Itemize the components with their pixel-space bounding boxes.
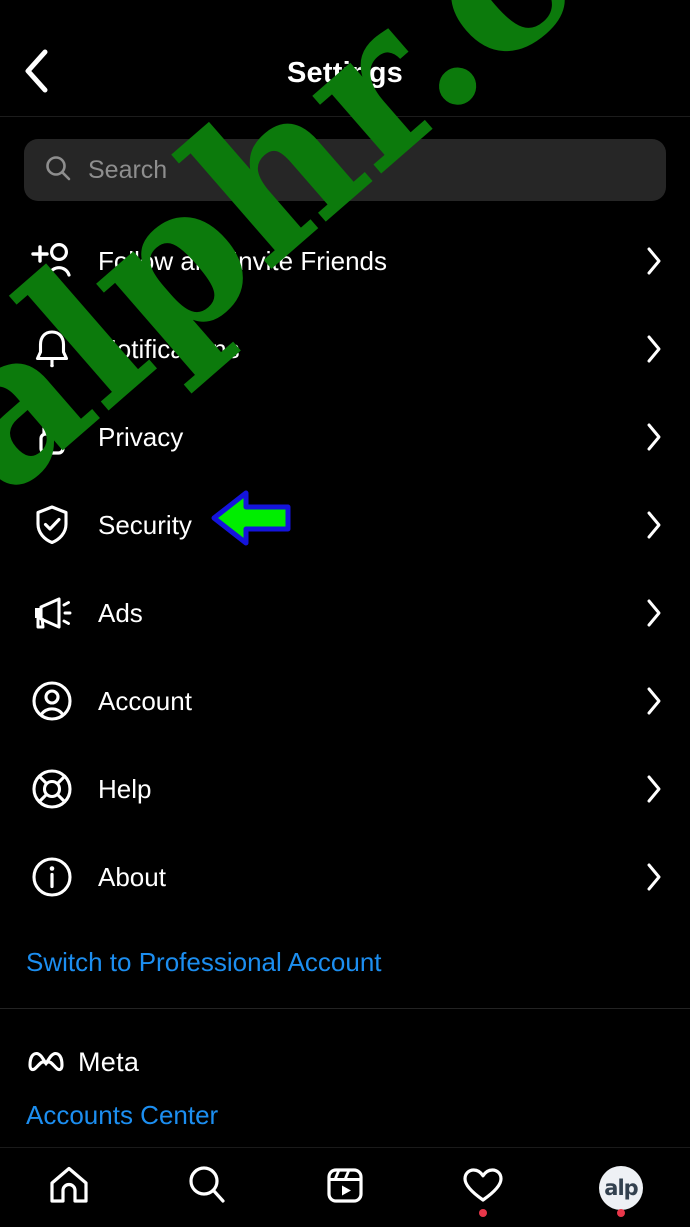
search-input[interactable]: Search (24, 139, 666, 201)
tab-search[interactable] (138, 1148, 276, 1227)
settings-row-about[interactable]: About (0, 833, 690, 921)
meta-infinity-icon (26, 1048, 66, 1077)
page-title: Settings (287, 56, 403, 89)
chevron-right-icon (642, 246, 666, 276)
tab-profile[interactable]: alp (552, 1148, 690, 1227)
info-circle-icon (26, 855, 78, 899)
settings-row-label: About (98, 861, 166, 892)
settings-list: Follow and Invite Friends Notifications (0, 215, 690, 921)
switch-to-professional-account-section: Switch to Professional Account (0, 921, 690, 1008)
settings-row-label: Follow and Invite Friends (98, 245, 388, 276)
home-icon (46, 1162, 92, 1213)
settings-row-label: Help (98, 773, 152, 804)
avatar: alp (599, 1165, 643, 1210)
settings-row-label: Account (98, 685, 192, 716)
chevron-right-icon (642, 862, 666, 892)
chevron-right-icon (642, 510, 666, 540)
chevron-right-icon (642, 598, 666, 628)
accounts-center-link[interactable]: Accounts Center (26, 1100, 218, 1130)
meta-section: Meta Accounts Center (0, 1009, 690, 1131)
chevron-right-icon (642, 334, 666, 364)
bell-icon (26, 327, 78, 371)
tab-home[interactable] (0, 1148, 138, 1227)
heart-icon (460, 1162, 506, 1213)
settings-row-ads[interactable]: Ads (0, 569, 690, 657)
reels-icon (322, 1162, 368, 1213)
settings-row-notifications[interactable]: Notifications (0, 305, 690, 393)
app-header: Settings (0, 30, 690, 117)
settings-row-label: Privacy (98, 421, 184, 452)
search-icon (184, 1162, 230, 1213)
chevron-right-icon (642, 686, 666, 716)
megaphone-icon (26, 592, 78, 634)
settings-row-security[interactable]: Security (0, 481, 690, 569)
chevron-right-icon (642, 774, 666, 804)
status-bar (0, 0, 690, 30)
settings-row-label: Ads (98, 597, 143, 628)
switch-to-professional-account-link[interactable]: Switch to Professional Account (26, 947, 382, 977)
profile-badge-dot (617, 1209, 625, 1217)
back-button[interactable] (10, 47, 62, 99)
left-arrow-annotation-icon (208, 488, 294, 548)
tab-reels[interactable] (276, 1148, 414, 1227)
accounts-center-row: Accounts Center (26, 1100, 666, 1131)
chevron-right-icon (642, 422, 666, 452)
settings-row-account[interactable]: Account (0, 657, 690, 745)
settings-row-label: Security (98, 509, 192, 540)
meta-brand-label: Meta (78, 1047, 140, 1077)
settings-row-follow-and-invite-friends[interactable]: Follow and Invite Friends (0, 217, 690, 305)
search-placeholder: Search (88, 155, 168, 184)
lifebuoy-icon (26, 767, 78, 811)
bottom-navigation-bar: alp (0, 1147, 690, 1227)
chevron-left-icon (23, 49, 49, 98)
tab-activity[interactable] (414, 1148, 552, 1227)
shield-check-icon (26, 503, 78, 547)
settings-screen: Settings Search Follow and Invite Friend… (0, 0, 690, 1227)
settings-row-help[interactable]: Help (0, 745, 690, 833)
meta-brand: Meta (26, 1047, 666, 1078)
settings-row-privacy[interactable]: Privacy (0, 393, 690, 481)
activity-badge-dot (479, 1209, 487, 1217)
person-add-icon (26, 241, 78, 281)
person-circle-icon (26, 679, 78, 723)
search-section: Search (0, 117, 690, 215)
settings-row-label: Notifications (98, 333, 240, 364)
search-icon (44, 154, 72, 187)
lock-icon (26, 415, 78, 459)
